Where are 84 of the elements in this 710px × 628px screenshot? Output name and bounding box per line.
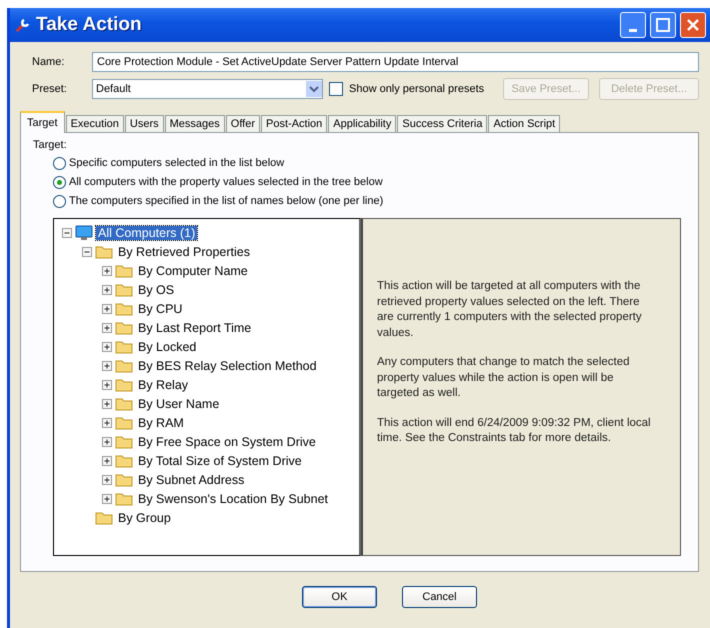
tab[interactable]: Execution <box>66 115 124 133</box>
radio-label: Specific computers selected in the list below <box>69 157 284 169</box>
minimize-icon <box>629 28 637 32</box>
folder-icon <box>115 302 133 316</box>
expand-icon[interactable] <box>102 266 112 276</box>
expand-icon[interactable] <box>102 322 112 332</box>
expand-icon[interactable] <box>102 284 112 294</box>
window-title: Take Action <box>36 14 143 36</box>
tree-item[interactable]: By Swenson's Location By Subnet <box>136 492 330 506</box>
monitor-icon <box>75 224 93 240</box>
folder-icon <box>115 454 133 468</box>
folder-icon <box>115 472 133 486</box>
tree-item[interactable]: By Subnet Address <box>136 472 246 486</box>
tab[interactable]: Offer <box>226 115 260 133</box>
radio-dot-icon <box>57 180 62 184</box>
minimize-button[interactable] <box>620 12 646 38</box>
folder-icon <box>95 510 113 524</box>
tree-item[interactable]: By CPU <box>136 302 184 316</box>
expand-icon[interactable] <box>102 342 112 352</box>
expand-icon[interactable] <box>102 456 112 466</box>
tab[interactable]: Messages <box>164 115 225 133</box>
section-label: Target: <box>33 139 68 151</box>
tree-item[interactable]: All Computers (1) <box>96 226 198 240</box>
field-label: Preset: <box>31 83 68 95</box>
tree-item[interactable]: By Computer Name <box>136 264 250 278</box>
tab[interactable]: Action Script <box>488 115 560 133</box>
expand-icon[interactable] <box>102 494 112 504</box>
folder-icon <box>115 396 133 410</box>
maximize-button[interactable] <box>650 12 676 38</box>
expand-icon[interactable] <box>102 304 112 314</box>
info-text: Any computers that change to match the selected property values while the action is open will be targeted as well. <box>377 355 631 401</box>
tree-item[interactable]: By Group <box>116 510 173 524</box>
radio-label: The computers specified in the list of names below (one per line) <box>69 195 384 207</box>
tree-item[interactable]: By Free Space on System Drive <box>136 434 318 448</box>
info-text: This action will be targeted at all computers with the retrieved property values selected on the left. There are currently 1 computers with the selected property values. <box>377 279 643 340</box>
collapse-icon[interactable] <box>82 246 92 256</box>
info-text: This action will end 6/24/2009 9:09:32 PM, client local time. See the Constraints tab for more details. <box>377 416 652 446</box>
name-field[interactable]: Core Protection Module - Set ActiveUpdate Server Pattern Update Interval <box>92 52 699 72</box>
tree-item[interactable]: By Relay <box>136 378 190 392</box>
folder-icon <box>95 244 113 258</box>
checkbox[interactable] <box>329 82 343 96</box>
folder-icon <box>115 264 133 278</box>
close-icon <box>686 18 700 32</box>
tree-item[interactable]: By User Name <box>136 396 222 410</box>
tab[interactable]: Post-Action <box>261 115 328 133</box>
tab[interactable]: Success Criteria <box>397 115 488 133</box>
folder-icon <box>115 378 133 392</box>
folder-icon <box>115 416 133 430</box>
tree-item[interactable]: By OS <box>136 282 176 296</box>
folder-icon <box>115 358 133 372</box>
close-button[interactable] <box>680 12 706 38</box>
expand-icon[interactable] <box>102 398 112 408</box>
folder-icon <box>115 492 133 506</box>
radio-label: All computers with the property values selected in the tree below <box>69 176 383 188</box>
expand-icon[interactable] <box>102 418 112 428</box>
ok-button[interactable]: OK <box>302 586 377 608</box>
folder-icon <box>115 282 133 296</box>
tab[interactable]: Target <box>20 111 65 133</box>
tree-item[interactable]: By Locked <box>136 340 198 354</box>
tree-item[interactable]: By RAM <box>136 416 186 430</box>
field-label: Name: <box>31 56 66 68</box>
tab[interactable]: Users <box>124 115 164 133</box>
preset-dropdown[interactable]: Default <box>92 79 323 99</box>
collapse-icon[interactable] <box>62 228 72 238</box>
checkbox-label: Show only personal presets <box>349 83 486 95</box>
tab[interactable]: Applicability <box>328 115 396 133</box>
tree-item[interactable]: By BES Relay Selection Method <box>136 358 319 372</box>
folder-icon <box>115 320 133 334</box>
expand-icon[interactable] <box>102 360 112 370</box>
radio-button[interactable] <box>53 156 66 170</box>
tree-item[interactable]: By Last Report Time <box>136 320 254 334</box>
radio-button[interactable] <box>53 176 66 188</box>
cancel-button[interactable]: Cancel <box>402 586 477 608</box>
expand-icon[interactable] <box>102 474 112 484</box>
folder-icon <box>115 434 133 448</box>
tree-item[interactable]: By Retrieved Properties <box>116 244 252 258</box>
wrench-icon <box>14 16 32 34</box>
chevron-down-icon <box>306 81 322 97</box>
maximize-icon <box>656 18 670 32</box>
expand-icon[interactable] <box>102 436 112 446</box>
radio-button[interactable] <box>53 194 66 208</box>
tree-item[interactable]: By Total Size of System Drive <box>136 454 304 468</box>
expand-icon[interactable] <box>102 380 112 390</box>
folder-icon <box>115 340 133 354</box>
